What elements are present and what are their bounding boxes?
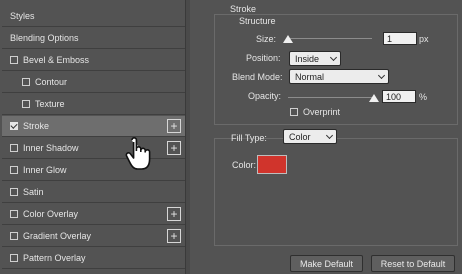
overprint-label: Overprint [303,107,341,117]
overprint-checkbox[interactable]: Overprint [290,107,340,117]
position-label: Position: [246,53,281,63]
fill-type-select[interactable]: Color [283,129,337,144]
style-item-blending-options[interactable]: Blending Options [2,28,185,49]
styles-list: Styles Blending Options Bevel & Emboss Cont… [0,0,186,274]
style-item-label: Bevel & Emboss [23,55,90,65]
blend-mode-select[interactable]: Normal [289,69,389,84]
opacity-input[interactable]: 100 [382,90,416,103]
style-checkbox[interactable] [10,56,18,64]
style-item-pattern-overlay[interactable]: Pattern Overlay [2,248,185,269]
style-item-label: Stroke [23,121,50,131]
blend-mode-value: Normal [295,71,325,82]
style-item-satin[interactable]: Satin [2,182,185,203]
style-checkbox[interactable] [10,166,18,174]
style-item-inner-glow[interactable]: Inner Glow [2,160,185,181]
opacity-unit: % [419,92,428,102]
position-value: Inside [295,53,320,64]
style-item-label: Pattern Overlay [23,253,86,263]
blend-mode-label: Blend Mode: [232,72,283,82]
style-checkbox[interactable] [10,254,18,262]
size-label: Size: [256,34,277,44]
stroke-color-swatch[interactable] [257,155,287,174]
style-item-color-overlay[interactable]: Color Overlay + [2,204,185,225]
opacity-slider-thumb[interactable] [369,94,379,102]
style-checkbox[interactable] [10,210,18,218]
make-default-button[interactable]: Make Default [290,255,363,272]
opacity-label: Opacity: [248,91,282,101]
reset-to-default-button[interactable]: Reset to Default [371,255,455,272]
style-item-label: Gradient Overlay [23,231,92,241]
add-style-plus-icon[interactable]: + [167,229,181,243]
chevron-down-icon [329,53,338,62]
opacity-slider-track[interactable] [288,97,374,98]
style-item-label: Inner Shadow [23,143,79,153]
style-item-stroke[interactable]: Stroke + [2,116,185,137]
style-checkbox[interactable] [10,188,18,196]
chevron-down-icon [325,131,334,140]
size-unit: px [419,34,429,44]
fill-type-label: Fill Type: [231,133,267,143]
style-item-label: Color Overlay [23,209,79,219]
add-style-plus-icon[interactable]: + [167,141,181,155]
stroke-settings-panel: Stroke Structure Size: 1 px Position: In… [190,0,462,274]
add-style-plus-icon[interactable]: + [167,207,181,221]
style-item-gradient-overlay[interactable]: Gradient Overlay + [2,226,185,247]
style-item-styles[interactable]: Styles [2,6,185,27]
style-item-bevel-emboss[interactable]: Bevel & Emboss [2,50,185,71]
style-checkbox[interactable] [22,100,30,108]
fill-group [214,138,458,246]
size-slider-thumb[interactable] [283,35,293,43]
style-item-label: Blending Options [10,33,79,43]
position-select[interactable]: Inside [289,51,341,66]
style-item-label: Contour [35,77,68,87]
style-checkbox[interactable] [10,122,18,130]
style-item-label: Styles [10,11,35,21]
overprint-checkbox-box[interactable] [290,108,298,116]
fill-type-value: Color [289,131,311,142]
size-input[interactable]: 1 [383,32,417,45]
chevron-down-icon [377,71,386,80]
style-item-inner-shadow[interactable]: Inner Shadow + [2,138,185,159]
add-style-plus-icon[interactable]: + [167,119,181,133]
style-checkbox[interactable] [10,144,18,152]
style-checkbox[interactable] [10,232,18,240]
structure-title: Structure [239,16,276,26]
style-item-texture[interactable]: Texture [2,94,185,115]
style-checkbox[interactable] [22,78,30,86]
color-label: Color: [232,160,257,170]
style-item-label: Texture [35,99,65,109]
section-title-stroke: Stroke [230,4,257,14]
size-slider-track[interactable] [288,38,372,39]
style-item-label: Satin [23,187,44,197]
style-item-label: Inner Glow [23,165,67,175]
hand-pointer-cursor-icon [125,137,151,170]
style-item-contour[interactable]: Contour [2,72,185,93]
